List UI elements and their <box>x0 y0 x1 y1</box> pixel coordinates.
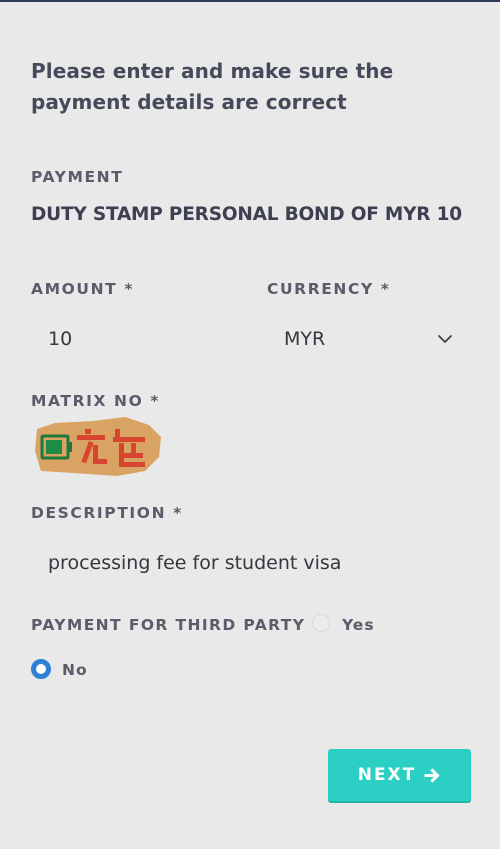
third-party-label: PAYMENT FOR THIRD PARTY ? <box>31 616 323 634</box>
radio-yes[interactable] <box>312 614 330 632</box>
intro-text: Please enter and make sure the payment d… <box>31 56 451 118</box>
payment-value: DUTY STAMP PERSONAL BOND OF MYR 10 <box>31 204 462 225</box>
currency-selected-value: MYR <box>284 328 326 350</box>
radio-yes-label: Yes <box>342 616 375 634</box>
amount-label: AMOUNT * <box>31 280 135 298</box>
next-button-label: NEXT <box>357 765 417 785</box>
arrow-right-icon <box>424 767 440 783</box>
currency-label: CURRENCY * <box>267 280 391 298</box>
chevron-down-icon <box>438 335 452 343</box>
intro-line-2: payment details are correct <box>31 90 347 114</box>
next-button[interactable]: NEXT <box>328 749 471 801</box>
amount-input[interactable]: 10 <box>48 328 72 350</box>
radio-no-label: No <box>62 661 88 679</box>
matrix-stamp-image <box>35 417 161 476</box>
matrix-label: MATRIX NO * <box>31 392 161 410</box>
radio-no[interactable] <box>31 659 51 679</box>
description-label: DESCRIPTION * <box>31 504 183 522</box>
payment-label: PAYMENT <box>31 168 124 186</box>
top-border <box>0 0 500 2</box>
description-input[interactable]: processing fee for student visa <box>48 552 341 574</box>
intro-line-1: Please enter and make sure the <box>31 59 394 83</box>
